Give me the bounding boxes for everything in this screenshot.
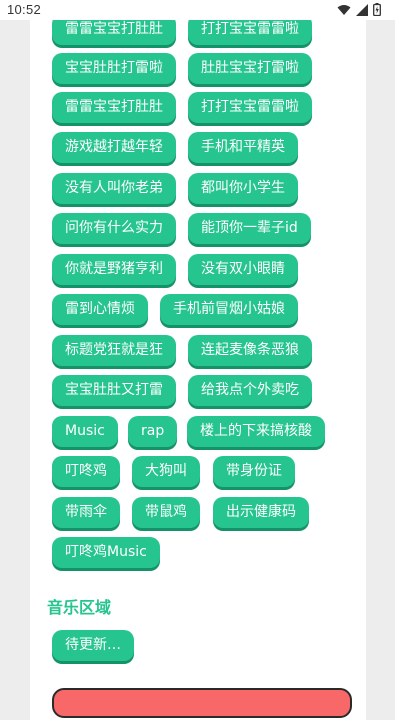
bottom-action-button[interactable] [52, 688, 352, 718]
status-icons [337, 3, 381, 16]
status-bar: 10:52 [0, 0, 395, 20]
phrase-button[interactable]: 叮咚鸡Music [52, 537, 160, 568]
phrase-button[interactable]: 游戏越打越年轻 [52, 132, 176, 163]
phrase-button[interactable]: 手机前冒烟小姑娘 [160, 294, 298, 325]
music-item-button[interactable]: 待更新… [52, 630, 134, 661]
phrase-button[interactable]: 叮咚鸡 [52, 456, 120, 487]
music-section-title: 音乐区域 [47, 598, 112, 617]
phrase-button[interactable]: 带鼠鸡 [132, 497, 200, 528]
phrase-button[interactable]: 打打宝宝雷雷啦 [188, 92, 312, 123]
phrase-button[interactable]: 标题党狂就是狂 [52, 335, 176, 366]
phrase-button[interactable]: rap [128, 416, 178, 447]
phrase-button[interactable]: 没有人叫你老弟 [52, 173, 176, 204]
phrase-button[interactable]: 给我点个外卖吃 [188, 375, 312, 406]
phrase-button[interactable]: 问你有什么实力 [52, 213, 176, 244]
phrase-button[interactable]: Music [52, 416, 118, 447]
phrase-button[interactable]: 大狗叫 [132, 456, 200, 487]
phrase-button[interactable]: 雷到心情烦 [52, 294, 148, 325]
wifi-icon [337, 4, 351, 15]
phrase-button[interactable]: 楼上的下来搞核酸 [187, 416, 325, 447]
battery-icon [373, 3, 381, 16]
phrase-button[interactable]: 连起麦像条恶狼 [188, 335, 312, 366]
signal-icon [356, 3, 368, 16]
phrase-button[interactable]: 带雨伞 [52, 497, 120, 528]
phrase-button[interactable]: 带身份证 [213, 456, 295, 487]
phrase-button[interactable]: 雷雷宝宝打肚肚 [52, 92, 176, 123]
status-time: 10:52 [7, 2, 42, 17]
phrase-button[interactable]: 出示健康码 [213, 497, 309, 528]
phrase-button[interactable]: 能顶你一辈子id [188, 213, 311, 244]
phrase-button[interactable]: 宝宝肚肚打雷啦 [52, 53, 176, 84]
phrase-button[interactable]: 你就是野猪亨利 [52, 254, 176, 285]
phrase-button[interactable]: 都叫你小学生 [188, 173, 298, 204]
phrase-button[interactable]: 宝宝肚肚又打雷 [52, 375, 176, 406]
phrase-button[interactable]: 没有双小眼睛 [188, 254, 298, 285]
phrase-button[interactable]: 肚肚宝宝打雷啦 [188, 53, 312, 84]
phrase-button[interactable]: 手机和平精英 [188, 132, 298, 163]
